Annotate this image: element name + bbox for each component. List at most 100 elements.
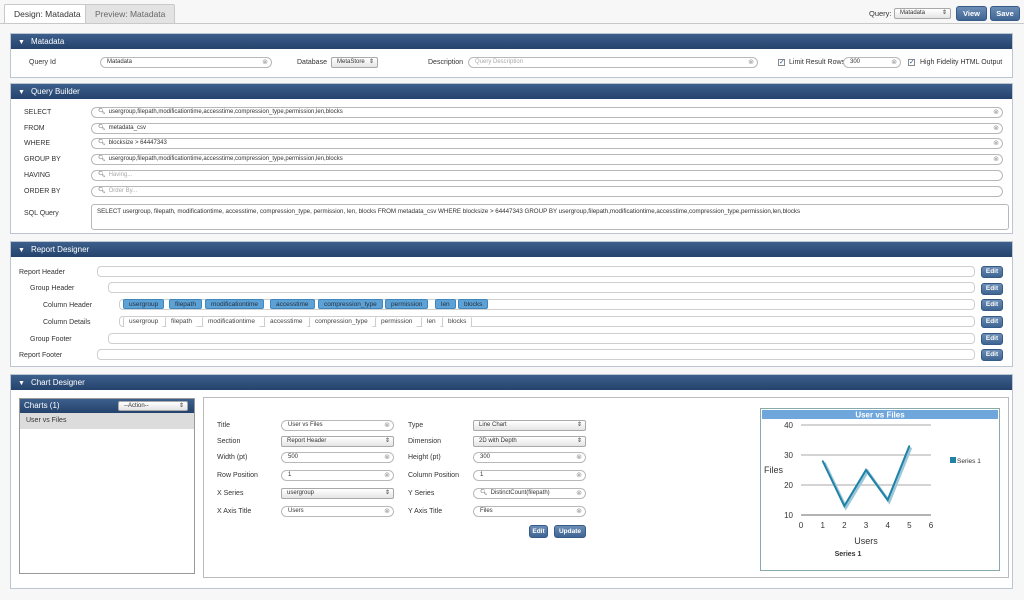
report-header-band[interactable]	[97, 266, 975, 277]
clear-icon[interactable]: ⊗	[891, 58, 897, 67]
y-series-label: Y Series	[408, 490, 435, 497]
edit-report-header-button[interactable]: Edit	[981, 266, 1003, 278]
column-detail-cell[interactable]: modificationtime	[202, 317, 260, 327]
section-label: Section	[217, 438, 241, 445]
column-details-label: Column Details	[43, 319, 91, 326]
hifi-label: High Fidelity HTML Output	[920, 59, 1003, 66]
column-detail-cell[interactable]: compression_type	[309, 317, 373, 327]
column-header-chip[interactable]: accesstime	[270, 299, 315, 309]
chart-preview: User vs Files 10 20 30 40 0 1 2 3 4 5 6 Users Files Se…	[760, 408, 1000, 571]
height-input[interactable]: 300 ⊗	[473, 452, 586, 463]
query-label: Query:	[869, 9, 892, 18]
column-header-chip[interactable]: blocks	[458, 299, 489, 309]
group-footer-band[interactable]	[108, 333, 975, 344]
where-input[interactable]: 🔍︎ blocksize > 64447343 ⊗	[91, 138, 1003, 149]
clear-icon[interactable]: ⊗	[576, 471, 582, 480]
x-tick-label: 1	[820, 521, 825, 530]
column-detail-cell[interactable]: permission	[375, 317, 418, 327]
clear-icon[interactable]: ⊗	[993, 108, 999, 117]
query-id-input[interactable]: Matadata ⊗	[100, 57, 272, 68]
save-button[interactable]: Save	[990, 6, 1020, 21]
search-icon: 🔍︎	[98, 188, 106, 194]
column-detail-cell[interactable]: len	[421, 317, 441, 327]
clear-icon[interactable]: ⊗	[993, 155, 999, 164]
column-position-label: Column Position	[408, 472, 459, 479]
column-header-chip[interactable]: len	[435, 299, 456, 309]
type-select[interactable]: Line Chart ⇕	[473, 420, 586, 431]
y-axis-title-input[interactable]: Files ⊗	[473, 506, 586, 517]
tab-preview[interactable]: Preview: Matadata	[85, 4, 176, 23]
select-input[interactable]: 🔍︎ usergroup,filepath,modificationtime,ac…	[91, 107, 1003, 118]
sql-query-textarea[interactable]: SELECT usergroup, filepath, modification…	[91, 204, 1009, 230]
clear-icon[interactable]: ⊗	[576, 453, 582, 462]
description-input[interactable]: Query Description ⊗	[468, 57, 758, 68]
chart-designer-title: Chart Designer	[30, 378, 85, 387]
hifi-checkbox[interactable]: ✓	[908, 59, 915, 66]
edit-report-footer-button[interactable]: Edit	[981, 349, 1003, 361]
x-axis-title-input[interactable]: Users ⊗	[281, 506, 394, 517]
group-header-band[interactable]	[108, 282, 975, 293]
edit-column-details-button[interactable]: Edit	[981, 316, 1003, 328]
database-label: Database	[297, 59, 327, 66]
database-select[interactable]: MetaStore ⇕	[331, 57, 378, 68]
view-button[interactable]: View	[956, 6, 987, 21]
clear-icon[interactable]: ⊗	[384, 453, 390, 462]
edit-group-header-button[interactable]: Edit	[981, 283, 1003, 295]
limit-checkbox[interactable]: ✓	[778, 59, 785, 66]
y-series-input[interactable]: 🔍︎ DistinctCount(filepath) ⊗	[473, 488, 586, 499]
x-tick-label: 0	[799, 521, 804, 530]
from-input[interactable]: 🔍︎ metadata_csv ⊗	[91, 123, 1003, 134]
width-input[interactable]: 500 ⊗	[281, 452, 394, 463]
clear-icon[interactable]: ⊗	[384, 471, 390, 480]
column-position-input[interactable]: 1 ⊗	[473, 470, 586, 481]
edit-column-header-button[interactable]: Edit	[981, 299, 1003, 311]
section-select[interactable]: Report Header ⇕	[281, 436, 394, 447]
clear-icon[interactable]: ⊗	[262, 58, 268, 67]
query-select-value: Matadata	[900, 10, 926, 16]
column-detail-cell[interactable]: blocks	[442, 317, 473, 327]
clear-icon[interactable]: ⊗	[576, 489, 582, 498]
edit-group-footer-button[interactable]: Edit	[981, 333, 1003, 345]
chart-form-area: Title User vs Files ⊗ Type Line Chart ⇕ Se…	[203, 397, 1009, 578]
query-select[interactable]: Matadata ⇕	[894, 8, 951, 19]
x-series-label: X Series	[217, 490, 244, 497]
collapse-triangle-icon: ▼	[18, 39, 25, 46]
column-header-chip[interactable]: modificationtime	[205, 299, 264, 309]
report-designer-header[interactable]: ▼ Report Designer	[11, 242, 1012, 257]
column-detail-cell[interactable]: usergroup	[123, 317, 164, 327]
limit-input[interactable]: 300 ⊗	[843, 57, 901, 68]
charts-list-item[interactable]: User vs Files	[20, 413, 194, 429]
collapse-triangle-icon: ▼	[18, 380, 25, 387]
column-header-chip[interactable]: usergroup	[123, 299, 165, 309]
height-label: Height (pt)	[408, 454, 441, 461]
clear-icon[interactable]: ⊗	[993, 124, 999, 133]
column-position-value: 1	[480, 472, 484, 478]
chart-edit-button[interactable]: Edit	[529, 525, 548, 538]
group-footer-label: Group Footer	[30, 336, 72, 343]
clear-icon[interactable]: ⊗	[576, 507, 582, 516]
clear-icon[interactable]: ⊗	[993, 139, 999, 148]
tab-design[interactable]: Design: Matadata	[4, 4, 91, 23]
dimension-select[interactable]: 2D with Depth ⇕	[473, 436, 586, 447]
column-detail-cell[interactable]: filepath	[165, 317, 197, 327]
row-position-input[interactable]: 1 ⊗	[281, 470, 394, 481]
matadata-header[interactable]: ▼ Matadata	[11, 34, 1012, 49]
x-series-select[interactable]: usergroup ⇕	[281, 488, 394, 499]
orderby-input[interactable]: 🔍︎ Order By...	[91, 186, 1003, 197]
action-select[interactable]: --Action-- ⇕	[118, 401, 188, 411]
having-input[interactable]: 🔍︎ Having...	[91, 170, 1003, 181]
chart-designer-header[interactable]: ▼ Chart Designer	[11, 375, 1012, 390]
clear-icon[interactable]: ⊗	[384, 421, 390, 430]
query-builder-header[interactable]: ▼ Query Builder	[11, 84, 1012, 99]
column-header-chip[interactable]: filepath	[169, 299, 202, 309]
sql-label: SQL Query	[24, 210, 59, 217]
column-header-chip[interactable]: permission	[385, 299, 429, 309]
clear-icon[interactable]: ⊗	[748, 58, 754, 67]
groupby-input[interactable]: 🔍︎ usergroup,filepath,modificationtime,ac…	[91, 154, 1003, 165]
column-header-chip[interactable]: compression_type	[318, 299, 383, 309]
chart-update-button[interactable]: Update	[554, 525, 586, 538]
report-footer-band[interactable]	[97, 349, 975, 360]
title-input[interactable]: User vs Files ⊗	[281, 420, 394, 431]
column-detail-cell[interactable]: accesstime	[264, 317, 308, 327]
clear-icon[interactable]: ⊗	[384, 507, 390, 516]
